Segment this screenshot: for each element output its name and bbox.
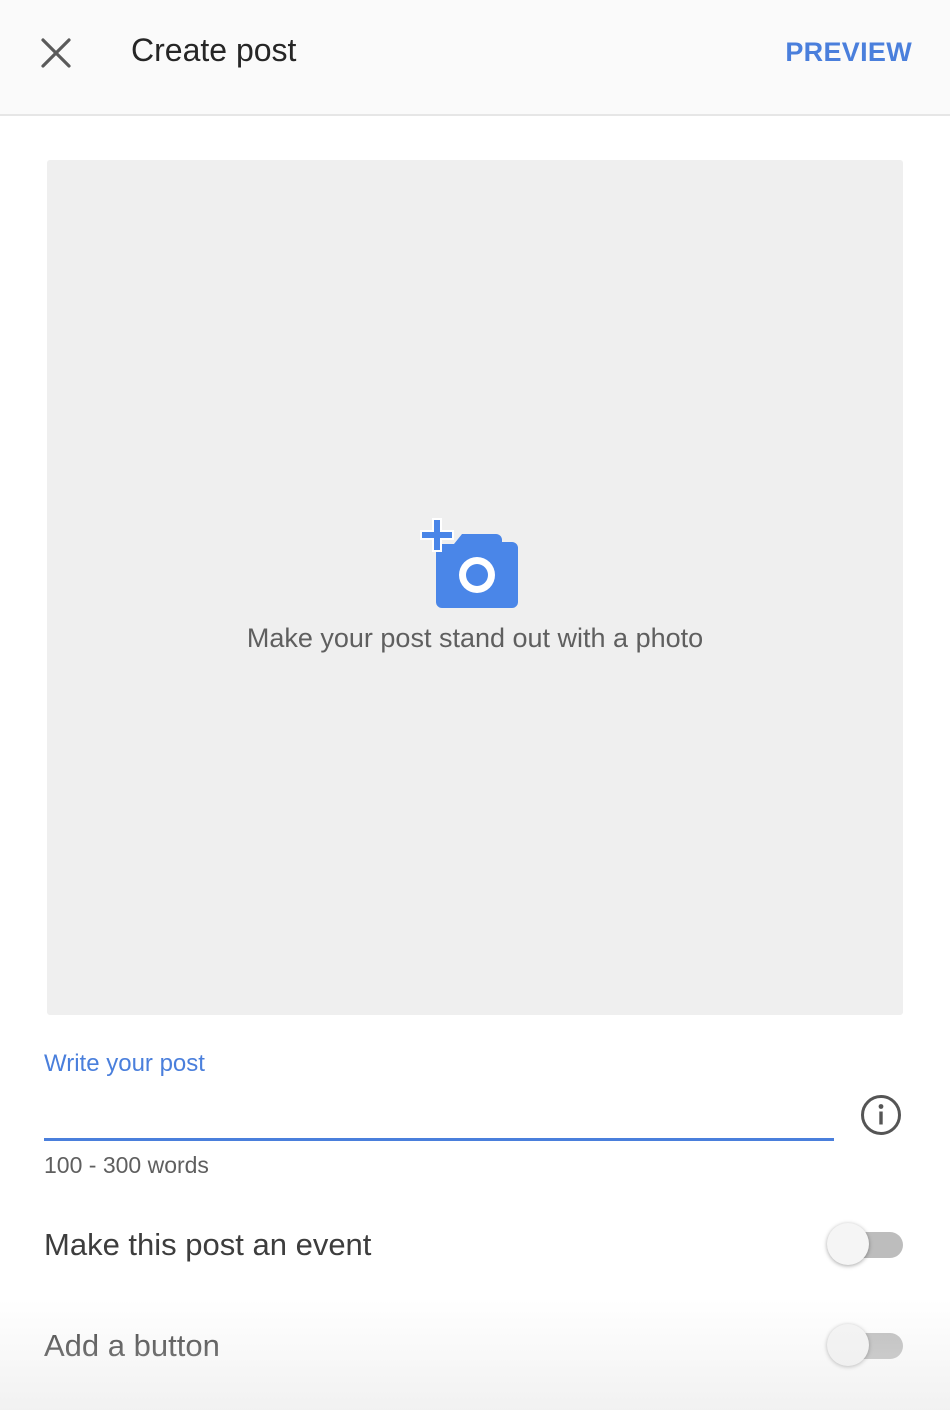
photo-hint-text: Make your post stand out with a photo [246,623,704,653]
toggle-thumb [827,1223,869,1265]
app-bar: Create post PREVIEW [0,0,950,116]
close-button[interactable] [30,28,82,76]
preview-button[interactable]: PREVIEW [785,34,912,70]
button-option-label: Add a button [44,1328,220,1363]
add-photo-camera-icon [420,518,518,608]
event-option-label: Make this post an event [44,1227,372,1262]
post-text-input[interactable] [44,1088,834,1141]
add-photo-area[interactable]: Make your post stand out with a photo [47,160,903,1015]
post-field-label: Write your post [44,1050,205,1077]
add-button-toggle[interactable] [827,1323,907,1367]
toggle-thumb [827,1324,869,1366]
close-icon [41,38,71,68]
word-count-hint: 100 - 300 words [44,1152,209,1178]
event-toggle[interactable] [827,1222,907,1266]
info-icon[interactable] [858,1092,904,1138]
create-post-screen: Create post PREVIEW Make your post stand… [0,0,950,1410]
page-title: Create post [131,32,297,68]
